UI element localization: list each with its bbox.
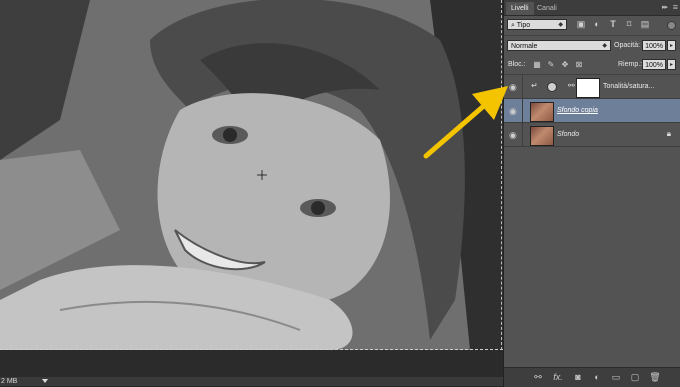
eye-icon[interactable]: ◉ [509, 130, 519, 140]
type-filter-icon[interactable]: T [608, 19, 618, 29]
eye-icon[interactable]: ◉ [509, 82, 519, 92]
new-group-icon[interactable]: ▭ [610, 371, 622, 383]
collapse-panel-icon[interactable]: ▸▸ [662, 3, 668, 11]
blend-mode-dropdown[interactable]: Normale ◆ [507, 40, 611, 51]
layer-name: Tonalità/satura... [603, 83, 655, 90]
layer-row-sfondo-copia[interactable]: ◉ Sfondo copia [504, 99, 680, 123]
opacity-field[interactable]: 100% [642, 40, 666, 51]
filter-toggle[interactable] [667, 21, 676, 30]
image-filter-icon[interactable]: ▣ [576, 19, 586, 29]
adjustment-filter-icon[interactable]: ◐ [592, 19, 602, 29]
link-layers-icon[interactable]: ⚯ [532, 371, 544, 383]
blend-mode-value: Normale [511, 43, 538, 50]
opacity-dropdown-icon[interactable]: ▸ [667, 40, 676, 51]
layer-filter-dropdown[interactable]: ⌕ Tipo ◆ [507, 19, 567, 30]
layer-mask-thumbnail[interactable] [576, 78, 600, 98]
layer-row-tonalita[interactable]: ◉ ↵ ⚯ Tonalità/satura... [504, 75, 680, 99]
lock-pixels-icon[interactable]: ✎ [546, 60, 556, 70]
chevron-down-icon: ◆ [602, 43, 607, 49]
smart-object-filter-icon[interactable]: ▤ [640, 19, 650, 29]
layer-name: Sfondo [557, 131, 580, 138]
new-layer-icon[interactable]: ▢ [629, 371, 641, 383]
filter-kind: Tipo [516, 22, 531, 29]
hue-saturation-adjustment-icon [547, 82, 557, 92]
tab-canali[interactable]: Canali [532, 2, 562, 15]
lock-label: Bloc.: [508, 61, 526, 68]
add-mask-icon[interactable]: ◙ [572, 371, 584, 383]
panel-menu-icon[interactable]: ≡ [673, 2, 678, 12]
status-menu-icon[interactable] [42, 379, 48, 383]
opacity-label: Opacità: [614, 42, 641, 49]
layer-name[interactable]: Sfondo copia [557, 99, 598, 123]
document-canvas[interactable]: 2 MB [0, 0, 503, 386]
fill-field[interactable]: 100% [642, 59, 666, 70]
layers-panel: Livelli Canali ▸▸ ≡ ⌕ Tipo ◆ ▣ ◐ T ⌑ ▤ N… [503, 0, 680, 387]
trash-icon[interactable]: 🗑︎ [649, 371, 661, 383]
divider [504, 35, 680, 36]
annotation-arrow [423, 86, 508, 159]
clipping-mask-icon: ↵ [531, 81, 538, 90]
layer-thumbnail [530, 126, 554, 146]
photo-image [0, 0, 503, 350]
fill-dropdown-icon[interactable]: ▸ [667, 59, 676, 70]
lock-icon: 🔒︎ [666, 129, 671, 138]
shape-filter-icon[interactable]: ⌑ [624, 19, 634, 29]
fx-icon[interactable]: fx. [552, 371, 564, 383]
layer-row-sfondo[interactable]: ◉ Sfondo 🔒︎ [504, 123, 680, 147]
lock-position-icon[interactable]: ✥ [560, 60, 570, 70]
link-icon[interactable]: ⚯ [568, 81, 575, 90]
panel-bottom-toolbar: ⚯ fx. ◙ ◐ ▭ ▢ 🗑︎ [504, 367, 680, 387]
lock-all-icon[interactable]: ⊠ [574, 60, 584, 70]
new-adjustment-icon[interactable]: ◐ [591, 371, 603, 383]
panel-tab-bar: Livelli Canali ▸▸ ≡ [504, 0, 680, 16]
layer-thumbnail [530, 102, 554, 122]
eye-icon[interactable]: ◉ [509, 106, 519, 116]
chevron-down-icon: ◆ [558, 22, 563, 28]
canvas-right-edge [501, 0, 502, 350]
tab-livelli[interactable]: Livelli [506, 2, 534, 15]
status-bar: 2 MB [0, 377, 503, 386]
canvas-bottom-edge [0, 349, 503, 350]
document-size: 2 MB [1, 378, 18, 385]
lock-transparency-icon[interactable]: ▦ [532, 60, 542, 70]
fill-label: Riemp.: [618, 61, 643, 68]
